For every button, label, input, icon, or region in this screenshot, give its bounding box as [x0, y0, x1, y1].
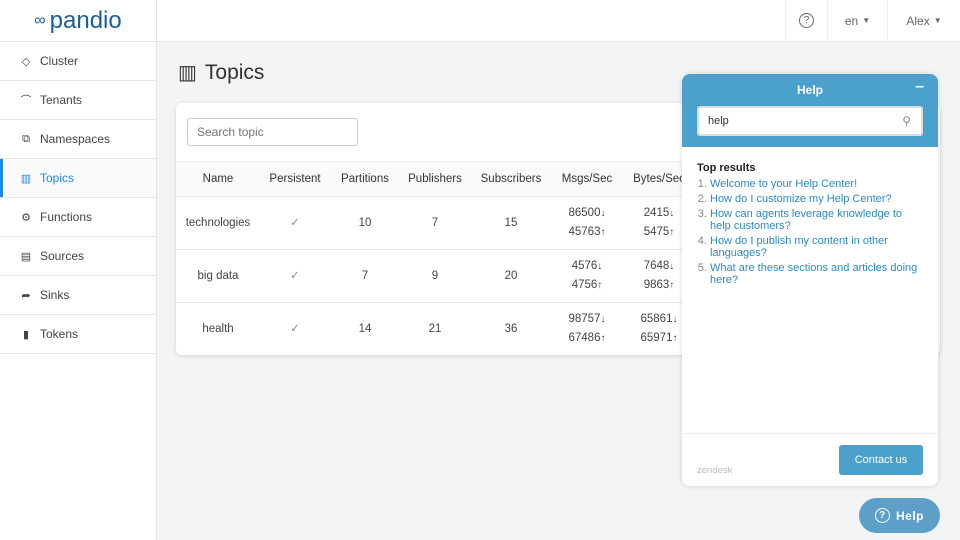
sidebar-item-tokens[interactable]: ▮ Tokens — [0, 315, 156, 354]
column-header[interactable]: Publishers — [400, 161, 470, 197]
search-icon[interactable]: ⚲ — [902, 108, 911, 134]
topic-name[interactable]: technologies — [176, 196, 260, 250]
arrow-down-icon: ↓ — [600, 208, 606, 219]
sidebar-item-label: Functions — [40, 210, 93, 224]
sidebar-item-label: Cluster — [40, 54, 79, 68]
cluster-icon: ◇ — [21, 55, 31, 68]
sinks-icon: ➦ — [21, 289, 31, 302]
msgs-per-sec: 86500↓ 45763↑ — [552, 196, 622, 250]
help-button[interactable]: ? — [785, 0, 827, 41]
sidebar-item-label: Tenants — [40, 93, 83, 107]
help-search-input[interactable]: help ⚲ — [697, 106, 923, 136]
sources-icon: ▤ — [20, 250, 32, 263]
topic-name[interactable]: big data — [176, 249, 260, 303]
publishers: 9 — [400, 249, 470, 303]
column-header[interactable]: Partitions — [330, 161, 400, 197]
msgs-per-sec: 98757↓ 67486↑ — [552, 302, 622, 355]
column-header[interactable]: Msgs/Sec — [552, 161, 622, 197]
top-results-heading: Top results — [697, 162, 756, 174]
table-row[interactable]: technologies ✓ 10 7 15 86500↓ 45763↑ 2415… — [176, 196, 696, 250]
page-title: ▥ Topics — [178, 60, 265, 85]
user-menu[interactable]: Alex ▼ — [887, 0, 960, 41]
sidebar-item-label: Namespaces — [40, 132, 111, 146]
arrow-up-icon: ↑ — [600, 227, 606, 238]
arrow-down-icon: ↓ — [669, 208, 675, 219]
persistent-check-icon: ✓ — [260, 249, 330, 303]
tenants-icon: ⌒ — [20, 95, 32, 107]
subscribers: 36 — [470, 302, 552, 355]
namespaces-icon: ⧉ — [22, 132, 30, 145]
language-dropdown[interactable]: en ▼ — [827, 0, 887, 41]
persistent-check-icon: ✓ — [260, 196, 330, 250]
functions-icon: ⚙ — [21, 211, 31, 224]
column-header[interactable]: Subscribers — [470, 161, 552, 197]
search-topic-input[interactable] — [187, 118, 358, 146]
publishers: 7 — [400, 196, 470, 250]
column-header[interactable]: Name — [176, 161, 260, 197]
help-widget: Help – help⚲ Top results Welcome to your… — [682, 74, 938, 486]
arrow-down-icon: ↓ — [600, 314, 606, 325]
arrow-up-icon: ↑ — [597, 280, 603, 291]
arrow-up-icon: ↑ — [672, 333, 678, 344]
arrow-down-icon: ↓ — [597, 261, 603, 272]
subscribers: 15 — [470, 196, 552, 250]
msgs-per-sec: 4576↓ 4756↑ — [552, 249, 622, 303]
zendesk-logo: zendesk — [697, 465, 733, 476]
help-result-link[interactable]: How can agents leverage knowledge to hel… — [710, 208, 923, 232]
topic-name[interactable]: health — [176, 302, 260, 355]
help-launcher-button[interactable]: ? Help — [859, 498, 940, 533]
arrow-up-icon: ↑ — [669, 227, 675, 238]
sidebar-item-label: Sinks — [40, 288, 70, 302]
question-icon: ? — [874, 508, 890, 523]
arrow-down-icon: ↓ — [672, 314, 678, 325]
sidebar-item-sinks[interactable]: ➦ Sinks — [0, 276, 156, 315]
contact-us-button[interactable]: Contact us — [839, 445, 923, 475]
help-title: Help — [796, 83, 823, 97]
pandio-logo[interactable]: ∞ pandio — [0, 0, 156, 42]
top-header: ? en ▼ Alex ▼ — [157, 0, 960, 42]
partitions: 7 — [330, 249, 400, 303]
sidebar-item-label: Topics — [40, 171, 75, 185]
partitions: 14 — [330, 302, 400, 355]
sidebar: ∞ pandio ◇ Cluster ⌒ Tenants ⧉ Namespaces ▥ Topi… — [0, 0, 157, 540]
subscribers: 20 — [470, 249, 552, 303]
partitions: 10 — [330, 196, 400, 250]
sidebar-item-label: Sources — [40, 249, 85, 263]
question-icon: ? — [799, 13, 814, 28]
logo-mark-icon: ∞ — [34, 11, 46, 29]
sidebar-item-cluster[interactable]: ◇ Cluster — [0, 42, 156, 81]
sidebar-item-sources[interactable]: ▤ Sources — [0, 237, 156, 276]
tokens-icon: ▮ — [22, 328, 30, 341]
column-header[interactable]: Persistent — [260, 161, 330, 197]
publishers: 21 — [400, 302, 470, 355]
table-row[interactable]: big data ✓ 7 9 20 4576↓ 4756↑ 7648↓ 9863↑ — [176, 249, 696, 303]
persistent-check-icon: ✓ — [260, 302, 330, 355]
sidebar-item-functions[interactable]: ⚙ Functions — [0, 198, 156, 237]
arrow-down-icon: ↓ — [669, 261, 675, 272]
help-result-link[interactable]: Welcome to your Help Center! — [710, 178, 923, 190]
caret-down-icon: ▼ — [862, 16, 871, 25]
arrow-up-icon: ↑ — [600, 333, 606, 344]
topics-icon: ▥ — [178, 62, 197, 84]
arrow-up-icon: ↑ — [669, 280, 675, 291]
help-result-link[interactable]: How do I customize my Help Center? — [710, 193, 923, 205]
caret-down-icon: ▼ — [933, 16, 942, 25]
help-result-link[interactable]: How do I publish my content in other lan… — [710, 235, 923, 259]
topics-icon: ▥ — [20, 172, 32, 185]
sidebar-item-tenants[interactable]: ⌒ Tenants — [0, 81, 156, 120]
sidebar-item-topics[interactable]: ▥ Topics — [0, 159, 156, 198]
help-result-link[interactable]: What are these sections and articles doi… — [710, 262, 923, 286]
minimize-icon[interactable]: – — [915, 78, 924, 96]
topics-table: Name Persistent Partitions Publishers Subscr… — [176, 161, 696, 355]
table-row[interactable]: health ✓ 14 21 36 98757↓ 67486↑ 65861↓ 659… — [176, 302, 696, 355]
sidebar-item-namespaces[interactable]: ⧉ Namespaces — [0, 120, 156, 159]
sidebar-item-label: Tokens — [40, 327, 79, 341]
